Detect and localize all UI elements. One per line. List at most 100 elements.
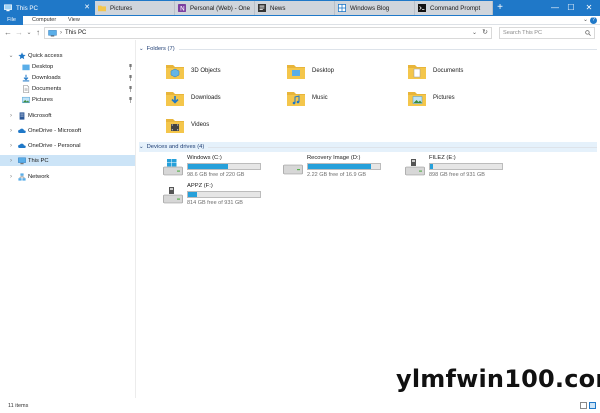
chevron-down-icon[interactable]: ⌄: [139, 46, 144, 52]
pin-icon[interactable]: [128, 85, 133, 92]
sidebar-item-label: Downloads: [32, 74, 61, 81]
chevron-right-icon[interactable]: ›: [8, 113, 14, 119]
ribbon-tab-view[interactable]: View: [68, 16, 80, 25]
onedrive-icon: [18, 143, 26, 148]
drive-name: APPZ (F:): [187, 183, 213, 189]
pictures-folder-icon: [408, 92, 426, 106]
sidebar-item-onedrive-personal[interactable]: › OneDrive - Personal: [0, 140, 135, 151]
onedrive-icon: [18, 128, 26, 133]
group-header-devices[interactable]: ⌄ Devices and drives (4): [139, 142, 597, 152]
network-icon: [18, 172, 26, 181]
search-input[interactable]: Search This PC: [499, 27, 595, 39]
folder-music[interactable]: Music: [286, 86, 328, 110]
maximize-button[interactable]: ☐: [564, 1, 578, 15]
folder-pictures[interactable]: Pictures: [407, 86, 455, 110]
sidebar-item-pictures[interactable]: Pictures: [0, 94, 135, 105]
tab-command-prompt[interactable]: Command Prompt: [415, 1, 493, 15]
sidebar-item-label: Desktop: [32, 63, 54, 70]
chevron-down-icon[interactable]: ⌄: [139, 144, 144, 150]
minimize-button[interactable]: —: [548, 1, 562, 15]
sidebar-item-this-pc[interactable]: › This PC: [0, 155, 135, 166]
pin-icon[interactable]: [128, 74, 133, 81]
sidebar-item-label: Quick access: [28, 52, 63, 59]
drive-usage-fill: [188, 192, 198, 197]
back-arrow-icon[interactable]: ←: [3, 27, 13, 39]
tab-this-pc[interactable]: This PC ✕: [1, 1, 94, 15]
tab-windows-blog[interactable]: Windows Blog: [335, 1, 415, 15]
chevron-right-icon[interactable]: ›: [8, 128, 14, 134]
tiles-view-icon[interactable]: [589, 402, 596, 409]
search-placeholder: Search This PC: [503, 30, 543, 36]
sidebar-item-network[interactable]: › Network: [0, 171, 135, 182]
documents-folder-icon: [408, 65, 426, 79]
chevron-down-icon[interactable]: ⌄: [8, 52, 14, 59]
tab-pictures[interactable]: Pictures: [95, 1, 175, 15]
ribbon-tab-computer[interactable]: Computer: [32, 16, 56, 25]
folder-desktop[interactable]: Desktop: [286, 59, 334, 83]
usb-drive-icon: [405, 159, 425, 176]
drive-d[interactable]: Recovery Image (D:) 2.22 GB free of 16.9…: [283, 155, 423, 181]
group-header-folders[interactable]: ⌄ Folders (7): [139, 44, 597, 54]
pin-icon[interactable]: [128, 63, 133, 70]
folder-documents[interactable]: Documents: [407, 59, 463, 83]
close-button[interactable]: ✕: [582, 1, 596, 15]
folder-label: Desktop: [312, 68, 335, 74]
sidebar-item-microsoft[interactable]: › Microsoft: [0, 110, 135, 121]
onenote-icon: N: [178, 4, 186, 12]
file-list: ⌄ Folders (7) 3D Objects Desktop Documen…: [137, 40, 600, 398]
expand-ribbon-icon[interactable]: ⌄: [583, 16, 588, 25]
sidebar-item-downloads[interactable]: Downloads: [0, 72, 135, 83]
sidebar-item-documents[interactable]: Documents: [0, 83, 135, 94]
chevron-right-icon[interactable]: ›: [8, 174, 14, 180]
tab-label: Pictures: [110, 4, 133, 12]
sidebar-item-label: Network: [28, 173, 50, 180]
sidebar-item-desktop[interactable]: Desktop: [0, 61, 135, 72]
tab-label: News: [270, 4, 286, 12]
navigation-bar: ← → ⌄ ↑ › This PC ⌄ ↻ Search This PC: [0, 26, 600, 40]
tab-label: Personal (Web) - One: [190, 4, 251, 12]
refresh-icon[interactable]: ↻: [482, 28, 488, 36]
tab-news[interactable]: News: [255, 1, 335, 15]
folder-label: 3D Objects: [191, 68, 221, 74]
breadcrumb[interactable]: This PC: [65, 30, 86, 36]
pin-icon[interactable]: [128, 96, 133, 103]
folder-label: Documents: [433, 68, 464, 74]
chevron-down-icon[interactable]: ⌄: [472, 29, 477, 36]
sidebar-item-quick-access[interactable]: ⌄ Quick access: [0, 50, 135, 61]
file-menu[interactable]: File: [0, 16, 23, 25]
chevron-right-icon[interactable]: ›: [8, 158, 14, 164]
tab-onenote[interactable]: N Personal (Web) - One: [175, 1, 255, 15]
sidebar-item-label: Documents: [32, 85, 62, 92]
group-header-label: Devices and drives (4): [146, 144, 205, 150]
help-icon[interactable]: ?: [590, 17, 597, 24]
sidebar-item-label: OneDrive - Personal: [28, 142, 81, 149]
drive-name: FILEZ (E:): [429, 155, 456, 161]
drive-usage-fill: [430, 164, 433, 169]
desktop-folder-icon: [287, 65, 305, 79]
drive-free-space: 2.22 GB free of 16.9 GB: [307, 172, 367, 178]
drive-c[interactable]: Windows (C:) 98.6 GB free of 220 GB: [163, 155, 303, 181]
breadcrumb-separator: ›: [60, 30, 62, 36]
details-view-icon[interactable]: [580, 402, 587, 409]
tab-label: Windows Blog: [350, 4, 390, 12]
drive-f[interactable]: APPZ (F:) 814 GB free of 931 GB: [163, 183, 303, 209]
desktop-folder-icon: [22, 64, 30, 70]
drive-free-space: 898 GB free of 931 GB: [429, 172, 485, 178]
drive-e[interactable]: FILEZ (E:) 898 GB free of 931 GB: [405, 155, 545, 181]
item-count: 11 items: [8, 403, 29, 409]
view-switcher: [580, 402, 596, 409]
folder-videos[interactable]: Videos: [165, 113, 209, 137]
up-arrow-icon[interactable]: ↑: [33, 27, 43, 39]
address-bar[interactable]: › This PC ⌄ ↻: [44, 27, 492, 39]
ribbon: File Computer View ⌄ ?: [0, 16, 600, 25]
folder-3d-objects[interactable]: 3D Objects: [165, 59, 221, 83]
usb-drive-icon: [163, 187, 183, 204]
forward-arrow-icon[interactable]: →: [14, 27, 24, 39]
sidebar-item-onedrive-microsoft[interactable]: › OneDrive - Microsoft: [0, 125, 135, 136]
folder-downloads[interactable]: Downloads: [165, 86, 221, 110]
close-tab-icon[interactable]: ✕: [84, 3, 90, 11]
new-tab-button[interactable]: +: [494, 2, 506, 14]
tab-bar: This PC ✕ Pictures N Personal (Web) - On…: [0, 0, 600, 16]
chevron-right-icon[interactable]: ›: [8, 143, 14, 149]
building-icon: [19, 111, 25, 120]
